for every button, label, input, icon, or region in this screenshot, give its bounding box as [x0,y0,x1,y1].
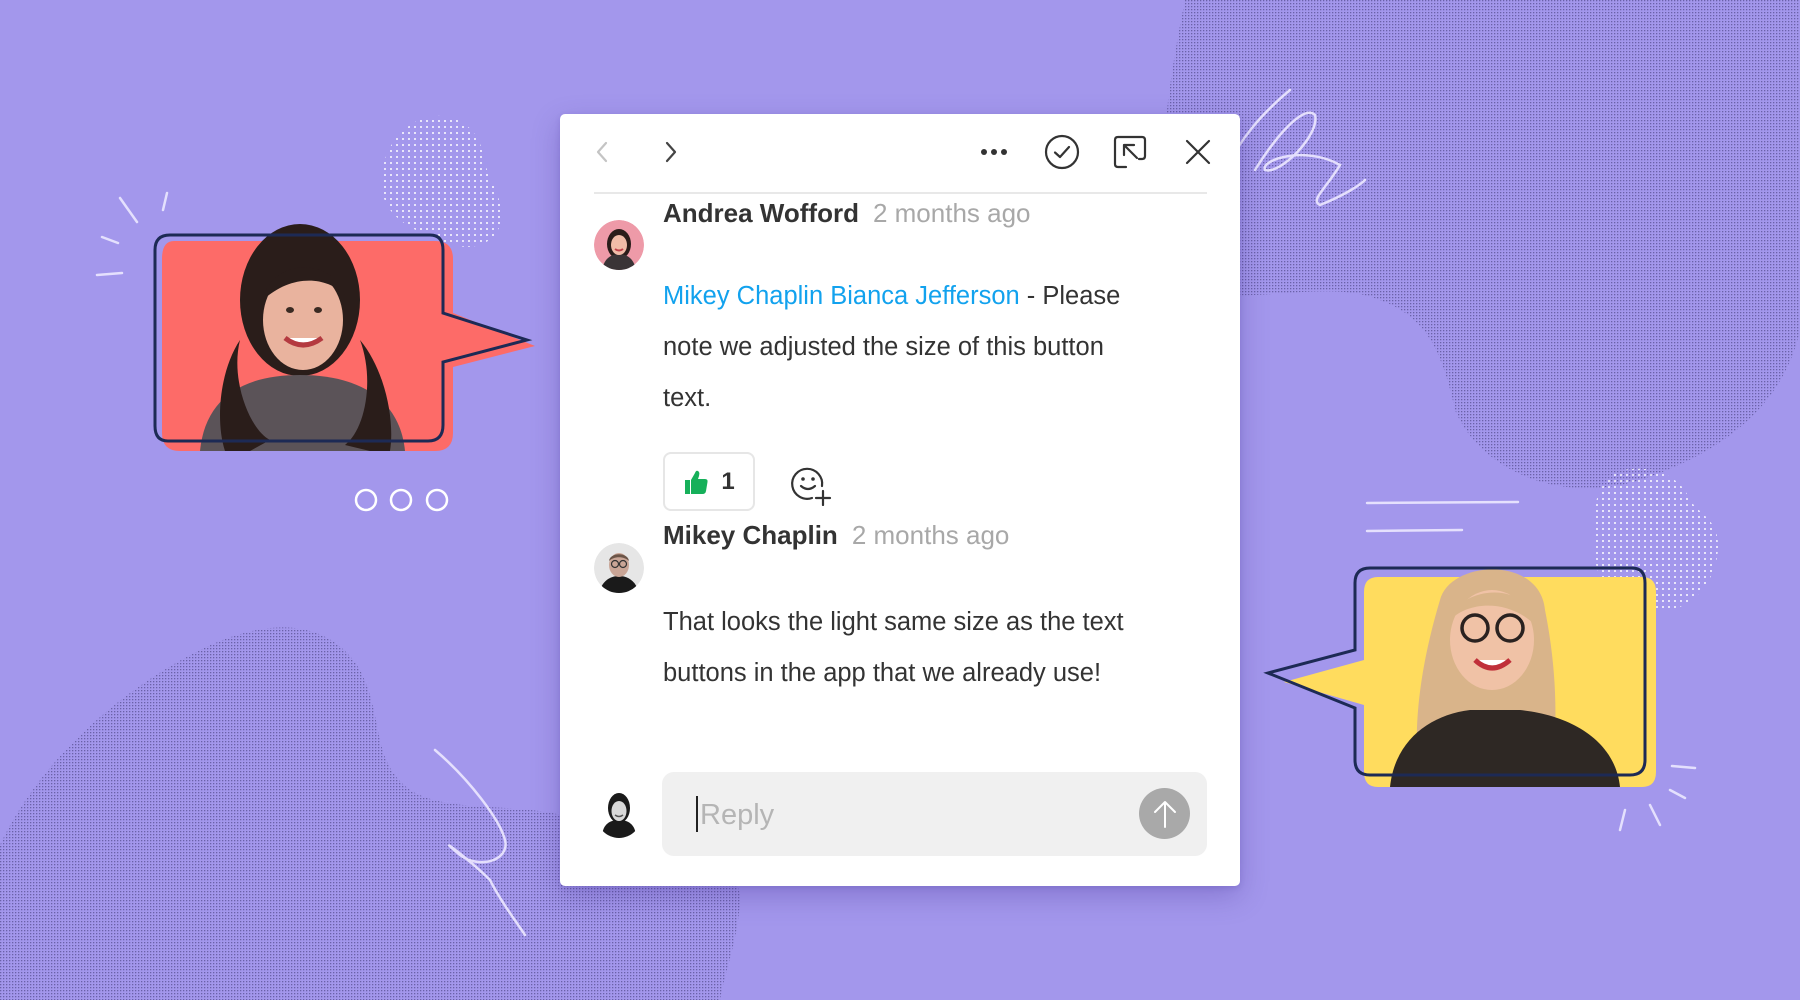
comment-author: Mikey Chaplin 2 months ago [663,520,1009,551]
header-divider [594,192,1207,194]
avatar-andrea[interactable] [594,220,644,270]
more-options-button[interactable] [974,132,1014,172]
arrow-up-icon [1153,800,1176,828]
author-name[interactable]: Andrea Wofford [663,198,859,228]
more-horizontal-icon [981,149,1007,155]
emoji-add-icon [791,467,832,507]
next-comment-button[interactable] [651,132,691,172]
popout-button[interactable] [1110,132,1150,172]
reply-box [662,772,1207,856]
check-circle-icon [1044,134,1080,170]
comment-timestamp: 2 months ago [851,520,1010,550]
reaction-thumbs-up[interactable]: 1 [663,452,755,511]
mention-link[interactable]: Mikey Chaplin Bianca Jefferson [663,282,1020,310]
chevron-right-icon [665,141,677,163]
comment-body: That looks the light same size as the te… [663,608,1124,687]
close-icon [1185,139,1211,165]
comment-timestamp: 2 months ago [872,198,1031,228]
typing-indicator [354,488,449,512]
add-reaction-button[interactable] [790,464,834,507]
chevron-left-icon [596,141,608,163]
resolve-button[interactable] [1042,132,1082,172]
comment-thread-panel: Andrea Wofford 2 months ago Mikey Chaplin… [560,114,1240,886]
arrow-up-left-box-icon [1113,135,1147,169]
avatar-mikey[interactable] [594,543,644,593]
reply-input[interactable] [698,792,1122,838]
close-button[interactable] [1178,132,1218,172]
current-user-avatar [596,790,642,838]
photo-bubble-right [1263,566,1656,787]
comment-body: Mikey Chaplin Bianca Jefferson - Please … [663,271,1153,424]
previous-comment-button[interactable] [582,132,622,172]
author-name[interactable]: Mikey Chaplin [663,520,838,550]
texture-blob-top-right [1161,0,1800,489]
reaction-count: 1 [721,467,735,495]
send-reply-button[interactable] [1139,788,1190,839]
photo-bubble-left [153,224,535,451]
thumbs-up-icon [685,470,708,494]
comment-author: Andrea Wofford 2 months ago [663,198,1031,229]
